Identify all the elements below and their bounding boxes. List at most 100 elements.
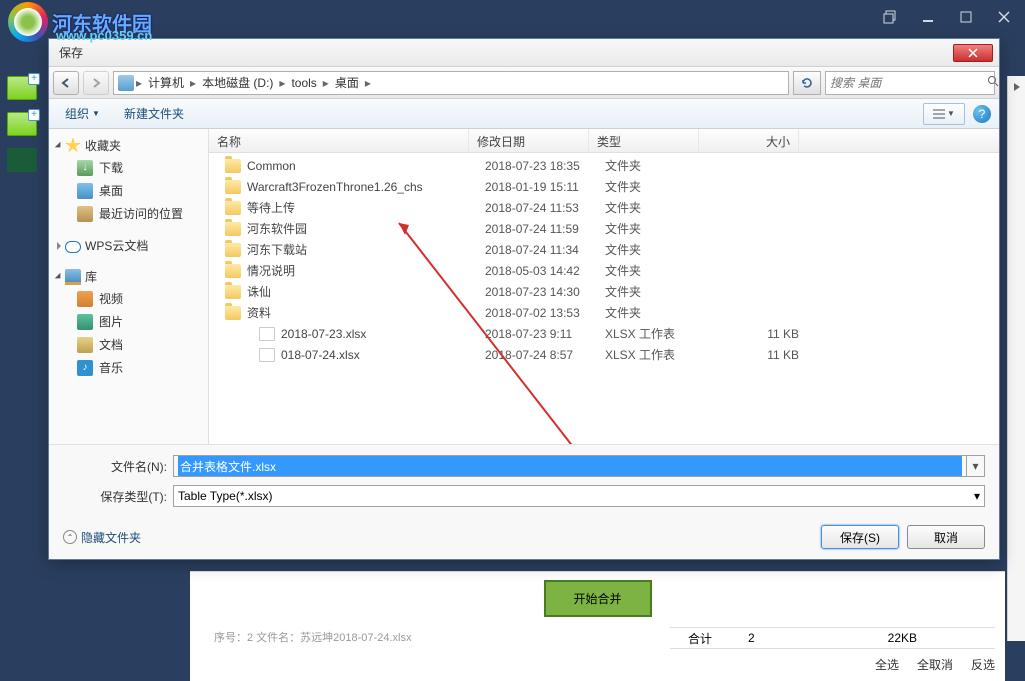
rail-item-3[interactable] (7, 148, 37, 172)
drive-icon (118, 75, 134, 91)
file-list-header: 名称 修改日期 类型 大小 (209, 129, 999, 153)
file-name: 018-07-24.xlsx (281, 348, 360, 362)
maximize-icon[interactable] (953, 7, 979, 27)
breadcrumb-bar[interactable]: ▸ 计算机▸ 本地磁盘 (D:)▸ tools▸ 桌面▸ (113, 71, 789, 95)
filename-label: 文件名(N): (63, 458, 173, 475)
file-name: 诛仙 (247, 283, 271, 300)
restore-icon[interactable] (877, 7, 903, 27)
collapse-icon: ⌃ (63, 530, 77, 544)
save-dialog: 保存 ▸ 计算机▸ 本地磁盘 (D:)▸ tools▸ 桌面▸ 组织 ▼ 新建文… (48, 38, 1000, 560)
sidebar-documents[interactable]: 文档 (49, 333, 208, 356)
dialog-close-button[interactable] (953, 44, 993, 62)
music-icon (77, 360, 93, 376)
folder-icon (225, 264, 241, 278)
dialog-title: 保存 (55, 44, 953, 61)
file-name: 河东软件园 (247, 220, 307, 237)
sidebar-downloads[interactable]: 下载 (49, 156, 208, 179)
star-icon (65, 138, 81, 154)
breadcrumb-item[interactable]: tools (287, 76, 320, 90)
breadcrumb-item[interactable]: 桌面 (331, 74, 363, 91)
file-name: Warcraft3FrozenThrone1.26_chs (247, 180, 423, 194)
picture-icon (77, 314, 93, 330)
sidebar-videos[interactable]: 视频 (49, 287, 208, 310)
cloud-icon (65, 241, 81, 253)
file-row[interactable]: Common2018-07-23 18:35文件夹 (209, 155, 999, 176)
nav-back-button[interactable] (53, 71, 79, 95)
button-row: ⌃ 隐藏文件夹 保存(S) 取消 (49, 519, 999, 559)
col-size[interactable]: 大小 (699, 129, 799, 152)
invert-selection-link[interactable]: 反选 (971, 656, 995, 673)
right-panel-toggle[interactable] (1007, 76, 1025, 641)
sidebar-desktop[interactable]: 桌面 (49, 179, 208, 202)
rail-new-1[interactable]: + (7, 76, 37, 100)
organize-button[interactable]: 组织 ▼ (57, 102, 108, 125)
search-box[interactable] (825, 71, 995, 95)
sidebar-wps-cloud[interactable]: WPS云文档 (49, 235, 208, 256)
nav-row: ▸ 计算机▸ 本地磁盘 (D:)▸ tools▸ 桌面▸ (49, 67, 999, 99)
sidebar-favorites[interactable]: 收藏夹 (49, 135, 208, 156)
filename-input[interactable] (178, 456, 962, 476)
deselect-all-link[interactable]: 全取消 (917, 656, 953, 673)
app-titlebar (0, 0, 1025, 34)
video-icon (77, 291, 93, 307)
sidebar-recent[interactable]: 最近访问的位置 (49, 202, 208, 225)
nav-forward-button[interactable] (83, 71, 109, 95)
file-row[interactable]: 河东下载站2018-07-24 11:34文件夹 (209, 239, 999, 260)
file-row[interactable]: Warcraft3FrozenThrone1.26_chs2018-01-19 … (209, 176, 999, 197)
select-all-link[interactable]: 全选 (875, 656, 899, 673)
sidebar: 收藏夹 下载 桌面 最近访问的位置 WPS云文档 库 视频 图片 文档 音乐 (49, 129, 209, 444)
document-icon (77, 337, 93, 353)
file-row[interactable]: 2018-07-23.xlsx2018-07-23 9:11XLSX 工作表11… (209, 323, 999, 344)
refresh-button[interactable] (793, 71, 821, 95)
file-name: 河东下载站 (247, 241, 307, 258)
folder-icon (225, 243, 241, 257)
file-row[interactable]: 018-07-24.xlsx2018-07-24 8:57XLSX 工作表11 … (209, 344, 999, 365)
new-folder-button[interactable]: 新建文件夹 (116, 102, 192, 125)
file-name: 情况说明 (247, 262, 295, 279)
breadcrumb-item[interactable]: 本地磁盘 (D:) (198, 74, 277, 91)
file-icon (259, 348, 275, 362)
file-name: 2018-07-23.xlsx (281, 327, 366, 341)
library-icon (65, 269, 81, 285)
col-type[interactable]: 类型 (589, 129, 699, 152)
filename-input-wrapper (173, 455, 967, 477)
file-row[interactable]: 河东软件园2018-07-24 11:59文件夹 (209, 218, 999, 239)
file-row[interactable]: 资料2018-07-02 13:53文件夹 (209, 302, 999, 323)
start-merge-button[interactable]: 开始合并 (543, 580, 651, 617)
close-icon[interactable] (991, 7, 1017, 27)
sidebar-music[interactable]: 音乐 (49, 356, 208, 379)
file-row[interactable]: 诛仙2018-07-23 14:30文件夹 (209, 281, 999, 302)
filename-dropdown-icon[interactable]: ▾ (967, 455, 985, 477)
view-mode-button[interactable]: ▼ (923, 103, 965, 125)
hide-folders-toggle[interactable]: ⌃ 隐藏文件夹 (63, 529, 141, 546)
search-input[interactable] (830, 76, 987, 90)
savetype-label: 保存类型(T): (63, 488, 173, 505)
file-name: Common (247, 159, 296, 173)
file-info-text: 序号：2 文件名：苏远坤2018-07-24.xlsx (214, 629, 411, 645)
file-row[interactable]: 等待上传2018-07-24 11:53文件夹 (209, 197, 999, 218)
file-icon (259, 327, 275, 341)
folder-icon (225, 159, 241, 173)
save-button[interactable]: 保存(S) (821, 525, 899, 549)
chevron-down-icon: ▾ (974, 489, 980, 503)
sidebar-pictures[interactable]: 图片 (49, 310, 208, 333)
cancel-button[interactable]: 取消 (907, 525, 985, 549)
form-area: 文件名(N): ▾ 保存类型(T): Table Type(*.xlsx) ▾ (49, 444, 999, 519)
file-name: 资料 (247, 304, 271, 321)
savetype-select[interactable]: Table Type(*.xlsx) ▾ (173, 485, 985, 507)
total-count: 2 (730, 631, 773, 645)
help-button[interactable]: ? (973, 105, 991, 123)
folder-icon (225, 222, 241, 236)
folder-icon (225, 180, 241, 194)
dialog-titlebar[interactable]: 保存 (49, 39, 999, 67)
bottom-area: 开始合并 序号：2 文件名：苏远坤2018-07-24.xlsx 合计 2 22… (190, 571, 1005, 681)
col-date[interactable]: 修改日期 (469, 129, 589, 152)
folder-icon (225, 285, 241, 299)
breadcrumb-item[interactable]: 计算机 (144, 74, 188, 91)
file-row[interactable]: 情况说明2018-05-03 14:42文件夹 (209, 260, 999, 281)
col-name[interactable]: 名称 (209, 129, 469, 152)
search-icon[interactable] (987, 75, 999, 90)
sidebar-library[interactable]: 库 (49, 266, 208, 287)
minimize-icon[interactable] (915, 7, 941, 27)
rail-new-2[interactable]: + (7, 112, 37, 136)
